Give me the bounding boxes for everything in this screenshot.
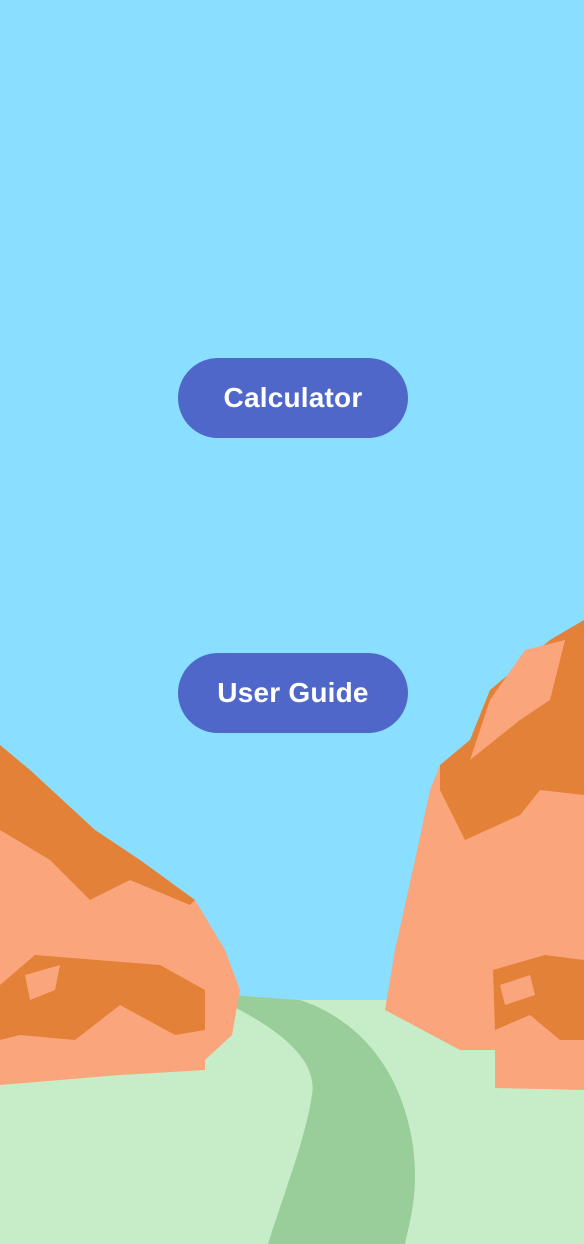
user-guide-button[interactable]: User Guide	[178, 653, 408, 733]
home-screen: Calculator User Guide	[0, 0, 584, 1244]
calculator-button[interactable]: Calculator	[178, 358, 408, 438]
canyon-background-illustration	[0, 620, 584, 1244]
